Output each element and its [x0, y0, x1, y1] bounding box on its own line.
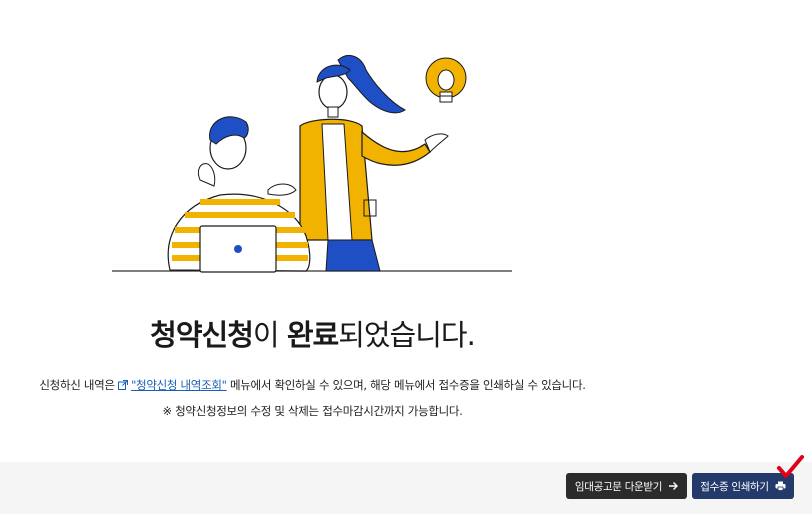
completion-illustration	[112, 55, 512, 273]
completion-description: 신청하신 내역은 "청약신청 내역조회" 메뉴에서 확인하실 수 있으며, 해당…	[0, 377, 625, 393]
edit-deadline-note: ※ 청약신청정보의 수정 및 삭제는 접수마감시간까지 가능합니다.	[162, 404, 463, 418]
headline-particle: 이	[252, 318, 287, 352]
description-suffix: 메뉴에서 확인하실 수 있으며, 해당 메뉴에서 접수증을 인쇄하실 수 있습니…	[226, 378, 586, 392]
arrow-right-icon	[669, 482, 679, 490]
external-link-icon	[118, 380, 129, 390]
headline-emphasis-complete: 완료	[286, 318, 339, 352]
headline-emphasis-apply: 청약신청	[150, 318, 254, 352]
completion-headline: 청약신청이 완료되었습니다.	[0, 312, 625, 354]
headline-ending: 되었습니다.	[338, 318, 476, 352]
man-figure	[167, 116, 311, 273]
download-notice-button[interactable]: 임대공고문 다운받기	[566, 473, 687, 499]
download-notice-label: 임대공고문 다운받기	[574, 480, 663, 493]
action-footer: 임대공고문 다운받기 접수증 인쇄하기	[0, 462, 812, 514]
print-receipt-label: 접수증 인쇄하기	[700, 480, 769, 493]
check-mark-icon	[777, 455, 804, 478]
description-prefix: 신청하신 내역은	[39, 378, 119, 392]
lightbulb-icon	[425, 57, 467, 103]
application-history-link[interactable]: "청약신청 내역조회"	[131, 378, 227, 392]
printer-icon	[775, 481, 786, 491]
woman-figure	[299, 55, 449, 272]
